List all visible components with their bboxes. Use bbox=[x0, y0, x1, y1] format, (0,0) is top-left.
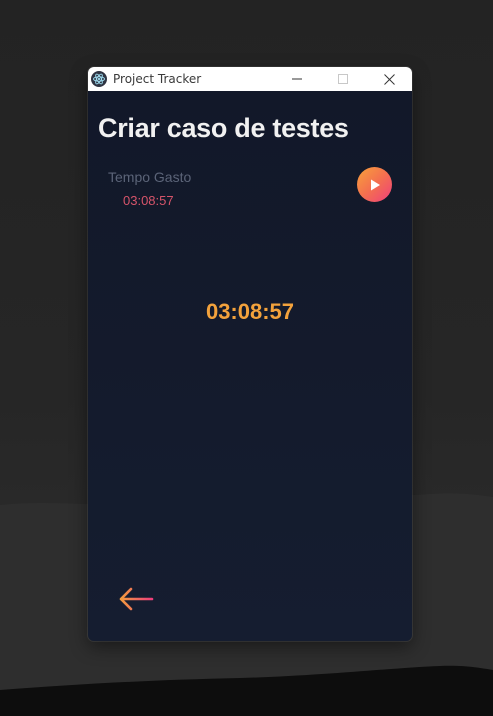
close-button[interactable] bbox=[366, 67, 412, 91]
minimize-button[interactable] bbox=[274, 67, 320, 91]
time-spent-label: Tempo Gasto bbox=[108, 169, 192, 185]
app-window: Project Tracker Criar caso de testes Tem… bbox=[88, 67, 412, 641]
close-icon bbox=[383, 73, 395, 85]
play-icon bbox=[370, 179, 380, 190]
window-titlebar[interactable]: Project Tracker bbox=[88, 67, 412, 91]
maximize-icon bbox=[338, 74, 348, 84]
electron-icon bbox=[91, 71, 107, 87]
window-title: Project Tracker bbox=[113, 72, 202, 86]
arrow-left-icon bbox=[119, 587, 154, 611]
minimize-icon bbox=[292, 78, 302, 80]
back-button[interactable] bbox=[118, 586, 154, 612]
timer-display: 03:08:57 bbox=[205, 299, 295, 324]
task-title: Criar caso de testes bbox=[98, 113, 349, 143]
task-detail-view: Criar caso de testes Tempo Gasto 03:08:5… bbox=[88, 91, 412, 641]
time-spent-value: 03:08:57 bbox=[123, 193, 174, 208]
maximize-button[interactable] bbox=[320, 67, 366, 91]
play-button[interactable] bbox=[357, 167, 392, 202]
